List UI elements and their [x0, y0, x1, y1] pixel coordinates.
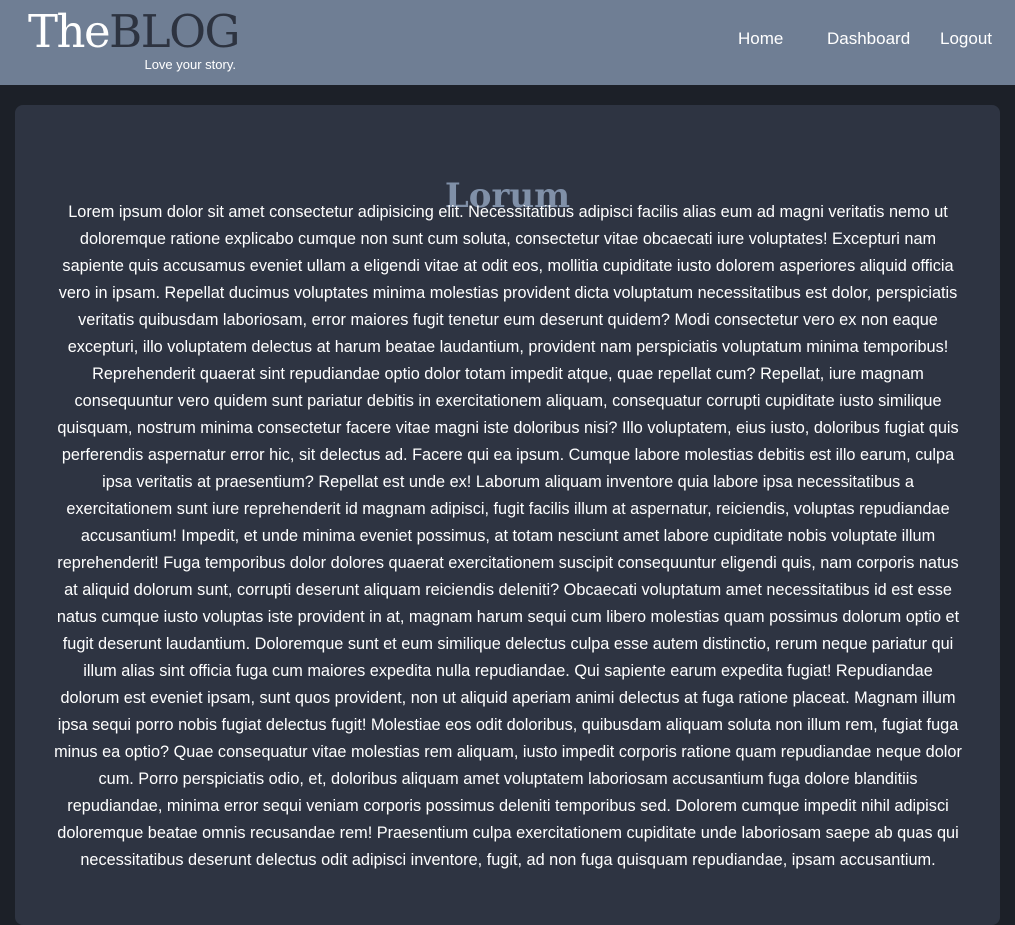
top-navbar: TheBLOG Love your story. Home Dashboard …: [0, 0, 1015, 85]
post-card: Lorum Lorem ipsum dolor sit amet consect…: [15, 105, 1000, 925]
site-tagline: Love your story.: [144, 57, 236, 72]
nav-home-link[interactable]: Home: [738, 29, 783, 51]
nav-logout-link[interactable]: Logout: [940, 29, 992, 51]
nav-dashboard-link[interactable]: Dashboard: [827, 29, 910, 51]
logo-blog: BLOG: [109, 5, 240, 58]
logo-the: The: [28, 5, 111, 58]
site-logo[interactable]: TheBLOG Love your story.: [28, 5, 240, 76]
post-body: Lorem ipsum dolor sit amet consectetur a…: [54, 203, 962, 869]
logo-wordmark: TheBLOG: [28, 5, 240, 58]
